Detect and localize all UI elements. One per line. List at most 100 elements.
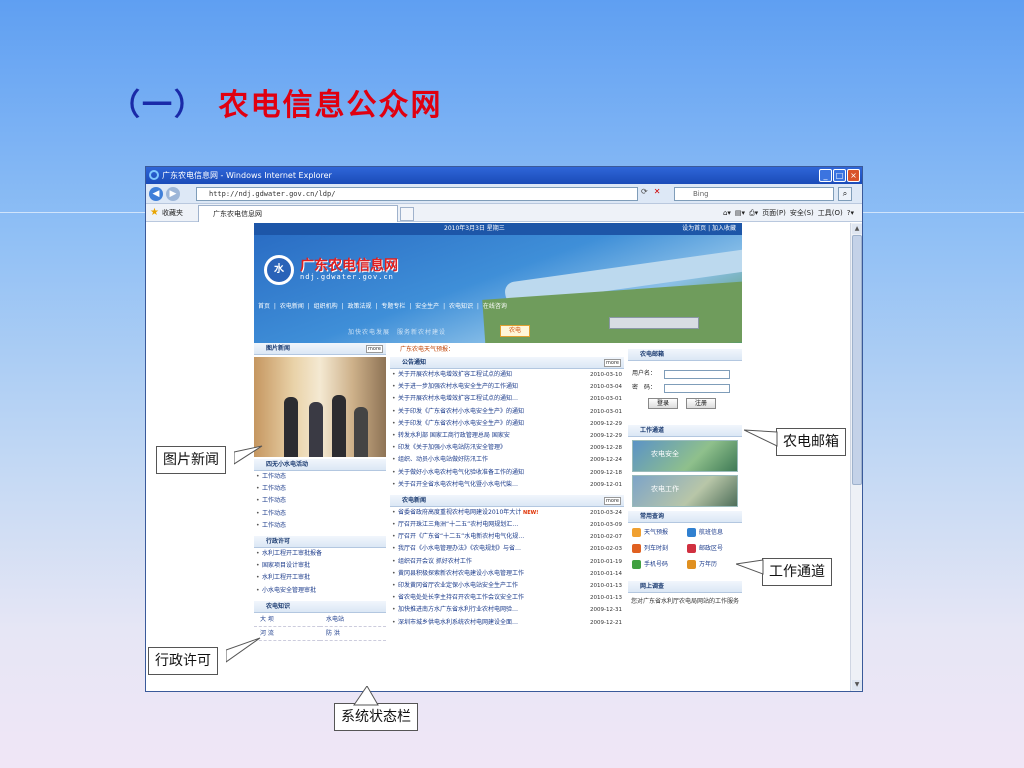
- list-item[interactable]: 厅召开珠江三角洲“十二五”农村电网规划汇… 2010-03-09: [390, 519, 624, 531]
- search-icon[interactable]: ⌕: [838, 187, 852, 201]
- tool-weather[interactable]: 天气预报: [630, 525, 685, 541]
- item-date: 2010-01-13: [590, 595, 622, 602]
- more-button[interactable]: more: [366, 345, 383, 353]
- list-item[interactable]: 水利工程开工审批报备: [254, 548, 386, 560]
- maximize-button[interactable]: □: [833, 169, 846, 182]
- favorites-star-icon[interactable]: ★: [150, 204, 159, 222]
- search-input[interactable]: Bing: [674, 187, 834, 201]
- list-item[interactable]: 黄冈县积极探索新农村农电建设小水电管理工作 2010-01-14: [390, 568, 624, 580]
- site-top-links[interactable]: 设为首页 | 加入收藏: [682, 223, 736, 235]
- knowledge-item[interactable]: 水电站: [320, 613, 386, 627]
- list-item[interactable]: 关于开展农村水电增效扩容工程试点的通知 2010-03-10: [390, 369, 624, 381]
- calendar-icon: [687, 560, 696, 569]
- list-item[interactable]: 组织、动员小水电站做好防汛工作 2009-12-24: [390, 454, 624, 466]
- refresh-icon[interactable]: ⟳: [641, 187, 648, 196]
- tool-train[interactable]: 列车时刻: [630, 541, 685, 557]
- item-date: 2010-03-01: [590, 396, 622, 403]
- list-item[interactable]: 厅召开《广东省“十二五”水电新农村电气化规… 2010-02-07: [390, 531, 624, 543]
- weather-bar: 广东农电天气预报：: [400, 346, 455, 353]
- item-title: 关于开展农村水电增效扩容工程试点的通知: [398, 371, 513, 378]
- work-image-1[interactable]: 农电安全: [632, 440, 738, 472]
- item-date: 2009-12-31: [590, 607, 622, 614]
- banner-dam: [609, 317, 699, 329]
- feeds-icon[interactable]: ▤▾: [735, 204, 745, 222]
- tool-postcode[interactable]: 邮政区号: [685, 541, 740, 557]
- favorites-button[interactable]: 收藏夹: [162, 204, 183, 222]
- list-item[interactable]: 工作动态: [254, 471, 386, 483]
- notice-header: 公告通知 more: [390, 357, 624, 369]
- list-item[interactable]: 工作动态: [254, 483, 386, 495]
- list-item[interactable]: 小水电安全管理审批: [254, 585, 386, 597]
- list-item[interactable]: 工作动态: [254, 495, 386, 507]
- minimize-button[interactable]: _: [819, 169, 832, 182]
- item-title: 印发黄冈省厅农业定保小水电站安全生产工作: [398, 582, 519, 589]
- list-item[interactable]: 印发《关于加强小水电站防汛安全管理》 2009-12-28: [390, 442, 624, 454]
- password-input[interactable]: [664, 384, 730, 393]
- knowledge-item[interactable]: 防 洪: [320, 627, 386, 641]
- stop-icon[interactable]: ✕: [654, 187, 661, 196]
- list-item[interactable]: 我厅召《小水电管理办法》《农电规划》与省… 2010-02-03: [390, 543, 624, 555]
- survey-header: 网上调查: [628, 581, 742, 593]
- close-button[interactable]: ×: [847, 169, 860, 182]
- news-list: 省委省政府高度重视农村电网建设2010年大计 NEW! 2010-03-24 厅召开…: [390, 507, 624, 629]
- list-item[interactable]: 省农电处处长李主持召开农电工作会议安全工作 2010-01-13: [390, 592, 624, 604]
- news-header: 农电新闻 more: [390, 494, 624, 507]
- login-button[interactable]: 登录: [648, 398, 678, 409]
- help-icon[interactable]: ?▾: [847, 204, 854, 222]
- list-item[interactable]: 国家项目设计审批: [254, 560, 386, 572]
- safety-menu[interactable]: 安全(S): [790, 204, 814, 222]
- print-icon[interactable]: ⎙▾: [749, 204, 758, 222]
- tab-active[interactable]: 广东农电信息网: [198, 205, 398, 222]
- slide-title: （一） 农电信息公众网: [110, 80, 442, 124]
- list-item[interactable]: 深圳市城乡供电水利系统农村电网建设全面… 2009-12-21: [390, 617, 624, 629]
- list-item[interactable]: 关于印发《广东省农村小水电安全生产》的通知 2010-03-01: [390, 406, 624, 418]
- home-icon[interactable]: ⌂▾: [723, 204, 731, 222]
- vertical-scrollbar[interactable]: ▲ ▼: [850, 223, 862, 691]
- knowledge-item[interactable]: 大 坝: [254, 613, 320, 627]
- page-menu[interactable]: 页面(P): [762, 204, 786, 222]
- knowledge-item[interactable]: 河 流: [254, 627, 320, 641]
- work-image-2[interactable]: 农电工作: [632, 475, 738, 507]
- hydro-list: 工作动态 工作动态 工作动态 工作动态 工作动态: [254, 471, 386, 532]
- list-item[interactable]: 组织召开会议 抓好农村工作 2010-01-19: [390, 556, 624, 568]
- item-date: 2010-02-07: [590, 534, 622, 541]
- list-item[interactable]: 省委省政府高度重视农村电网建设2010年大计 NEW! 2010-03-24: [390, 507, 624, 519]
- list-item[interactable]: 工作动态: [254, 520, 386, 532]
- list-item[interactable]: 加快推进南方水广东省水利行业农村电网验… 2009-12-31: [390, 604, 624, 616]
- tool-calendar[interactable]: 万年历: [685, 557, 740, 573]
- new-tab-button[interactable]: [400, 207, 414, 221]
- list-item[interactable]: 关于印发《广东省农村小水电安全生产》的通知 2009-12-29: [390, 418, 624, 430]
- item-date: 2010-02-03: [590, 546, 622, 553]
- list-item[interactable]: 工作动态: [254, 508, 386, 520]
- list-item[interactable]: 转发水利部 国家工商行政管理总局 国家安 2009-12-29: [390, 430, 624, 442]
- back-icon[interactable]: ◀: [149, 187, 163, 201]
- list-item[interactable]: 关于开展农村水电增效扩容工程试点的通知… 2010-03-01: [390, 393, 624, 405]
- photo-news-image[interactable]: [254, 357, 386, 457]
- more-button[interactable]: more: [604, 359, 621, 367]
- middle-column: 广东农电天气预报： 公告通知 more 关于开展农村水电增效扩容工程试点的通知 2…: [390, 343, 624, 629]
- permit-list: 水利工程开工审批报备 国家项目设计审批 水利工程开工审批 小水电安全管理审批: [254, 548, 386, 597]
- site-main-nav[interactable]: 首页 | 农电新闻 | 组织机构 | 政策法规 | 专题专栏 | 安全生产 | …: [254, 301, 594, 313]
- list-item[interactable]: 关于做好小水电农村电气化验收准备工作的通知 2009-12-18: [390, 467, 624, 479]
- scroll-down-icon[interactable]: ▼: [852, 680, 862, 690]
- left-column: 图片新闻 more 四无小水电活动 工作动态 工作动态 工作动态 工作动态 工作…: [254, 343, 386, 641]
- tool-flight[interactable]: 航班信息: [685, 525, 740, 541]
- forward-icon[interactable]: ▶: [166, 187, 180, 201]
- url-input[interactable]: http://ndj.gdwater.gov.cn/ldp/: [196, 187, 638, 201]
- tool-mobile[interactable]: 手机号码: [630, 557, 685, 573]
- list-item[interactable]: 印发黄冈省厅农业定保小水电站安全生产工作 2010-01-13: [390, 580, 624, 592]
- username-input[interactable]: [664, 370, 730, 379]
- username-label: 用户名：: [632, 370, 657, 377]
- right-column: 农电邮箱 用户名： 密 码： 登录 注册 工作通道 农电安全 农电工作 常用查询…: [628, 343, 742, 608]
- photo-news-title: 图片新闻: [266, 345, 291, 352]
- list-item[interactable]: 水利工程开工审批: [254, 572, 386, 584]
- register-button[interactable]: 注册: [686, 398, 716, 409]
- more-button[interactable]: more: [604, 496, 621, 505]
- scroll-up-icon[interactable]: ▲: [852, 224, 862, 234]
- survey-text: 您对广东省水利厅农电局网站的工作服务: [631, 598, 740, 605]
- scroll-thumb[interactable]: [852, 235, 862, 485]
- list-item[interactable]: 关于召开全省水电农村电气化暨小水电代柴… 2009-12-01: [390, 479, 624, 491]
- password-label: 密 码：: [632, 384, 657, 391]
- list-item[interactable]: 关于进一步加强农村水电安全生产的工作通知 2010-03-04: [390, 381, 624, 393]
- tools-menu[interactable]: 工具(O): [818, 204, 843, 222]
